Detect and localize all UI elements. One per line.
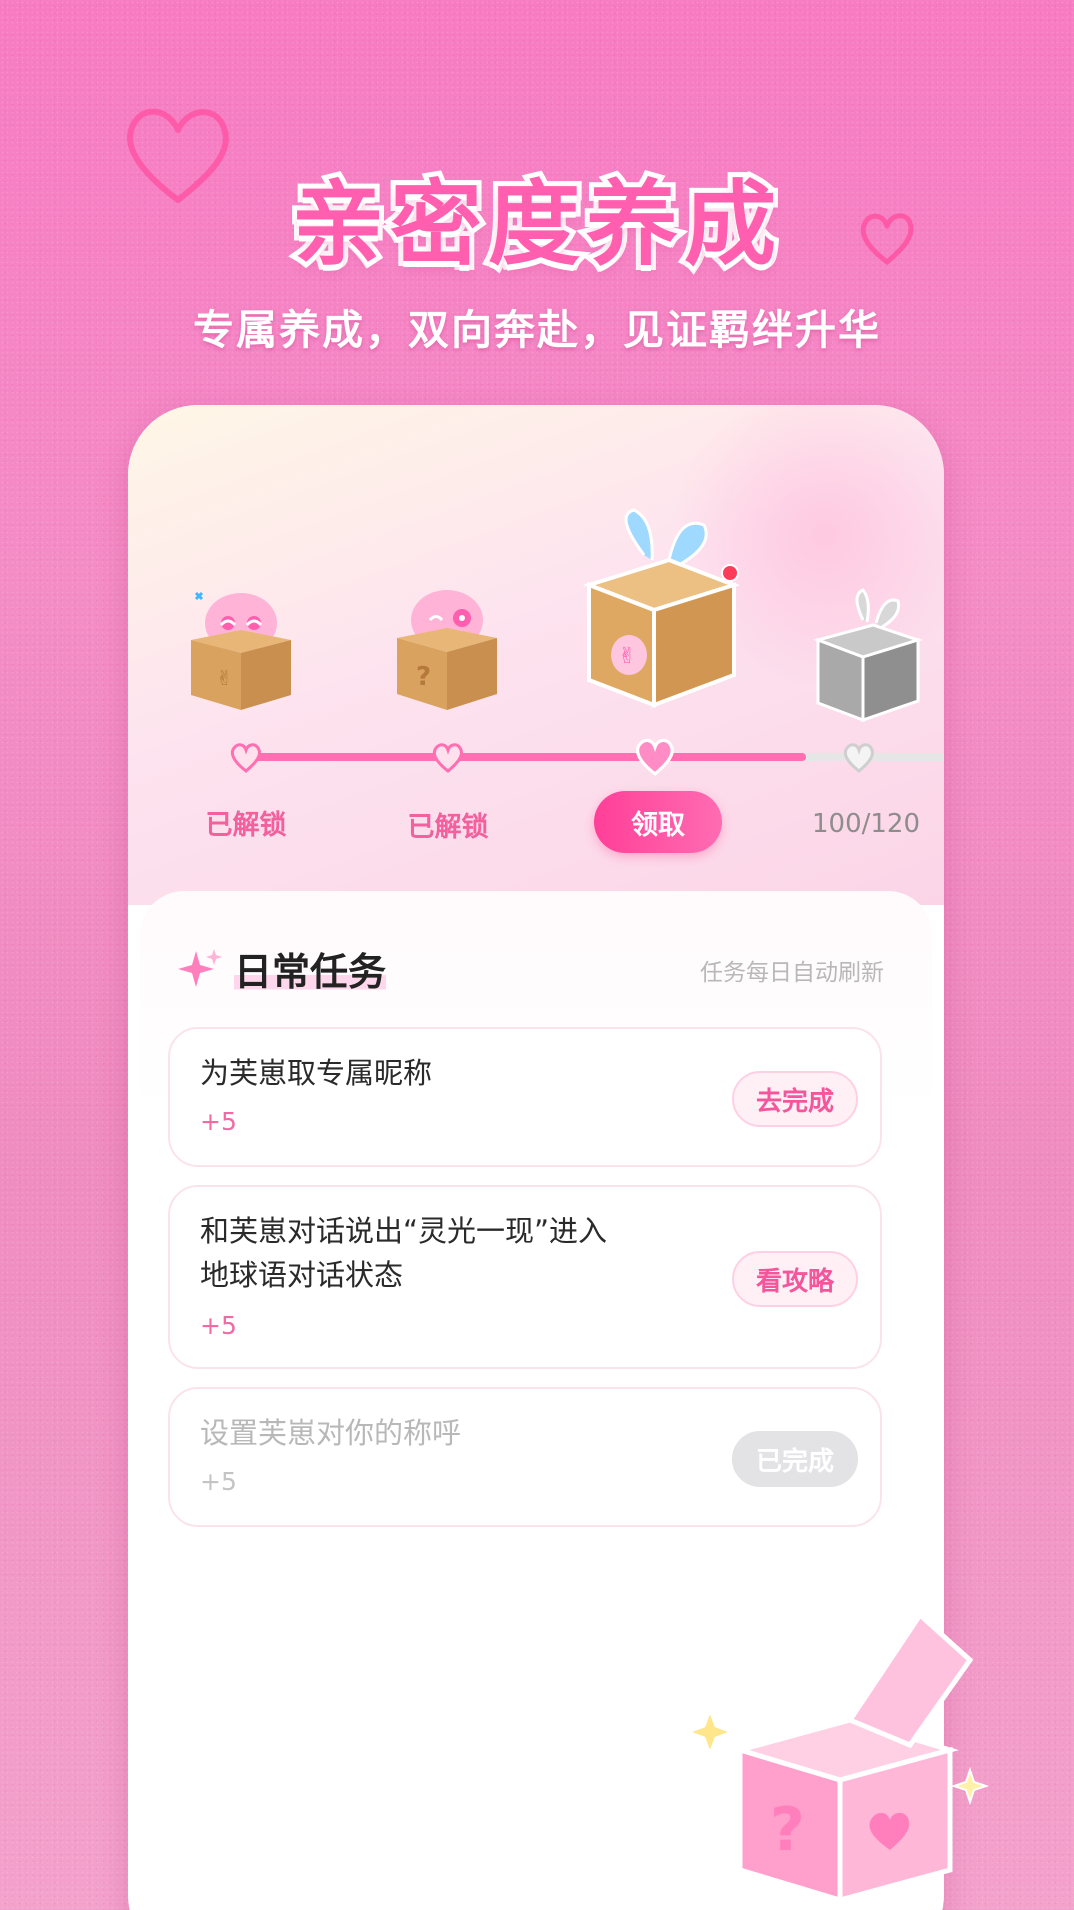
- svg-text:?: ?: [416, 662, 431, 692]
- gift-box-icon: ?: [620, 1611, 990, 1900]
- task-card: 为芙崽取专属昵称 +5 去完成: [168, 1027, 882, 1167]
- progress-track-fill: [246, 753, 806, 761]
- gift-box-icon: ✌: [582, 508, 741, 708]
- gift-box-icon: ?: [397, 590, 497, 710]
- task-text: 设置芙崽对你的称呼: [200, 1416, 462, 1450]
- task-points: +5: [200, 1311, 237, 1340]
- svg-text:✌: ✌: [216, 666, 233, 690]
- view-guide-button[interactable]: 看攻略: [732, 1251, 858, 1307]
- task-card: 设置芙崽对你的称呼 +5 已完成: [168, 1387, 882, 1527]
- progress-counter: 100/120: [812, 809, 921, 839]
- complete-task-button[interactable]: 去完成: [732, 1071, 858, 1127]
- task-points: +5: [200, 1467, 237, 1496]
- stage-label: 已解锁: [205, 810, 287, 841]
- task-points: +5: [200, 1107, 237, 1136]
- claim-button[interactable]: 领取: [594, 791, 722, 853]
- heart-node-icon: [843, 743, 874, 773]
- daily-tasks-note: 任务每日自动刷新: [700, 960, 884, 986]
- svg-text:?: ?: [770, 1795, 805, 1865]
- completed-badge: 已完成: [732, 1431, 858, 1487]
- heart-node-icon: [432, 743, 463, 773]
- page-title: 亲密度养成: [287, 166, 782, 283]
- stage-label: 已解锁: [407, 812, 489, 843]
- task-card: 和芙崽对话说出“灵光一现”进入 地球语对话状态 +5 看攻略: [168, 1185, 882, 1369]
- task-text-line-1: 和芙崽对话说出“灵光一现”进入: [200, 1214, 608, 1248]
- task-text-line-2: 地球语对话状态: [200, 1258, 404, 1292]
- daily-tasks-header: 日常任务: [176, 941, 387, 996]
- svg-text:✌: ✌: [618, 644, 636, 669]
- heart-node-icon: [635, 738, 674, 776]
- task-text: 为芙崽取专属昵称: [200, 1056, 433, 1090]
- gift-box-icon: [813, 588, 923, 723]
- heart-node-icon: [230, 743, 261, 773]
- sparkle-icon: [178, 948, 222, 987]
- page-subtitle: 专属养成，双向奔赴，见证羁绊升华: [193, 306, 881, 354]
- gift-box-icon: ✌: [191, 591, 291, 710]
- daily-tasks-title: 日常任务: [234, 941, 387, 996]
